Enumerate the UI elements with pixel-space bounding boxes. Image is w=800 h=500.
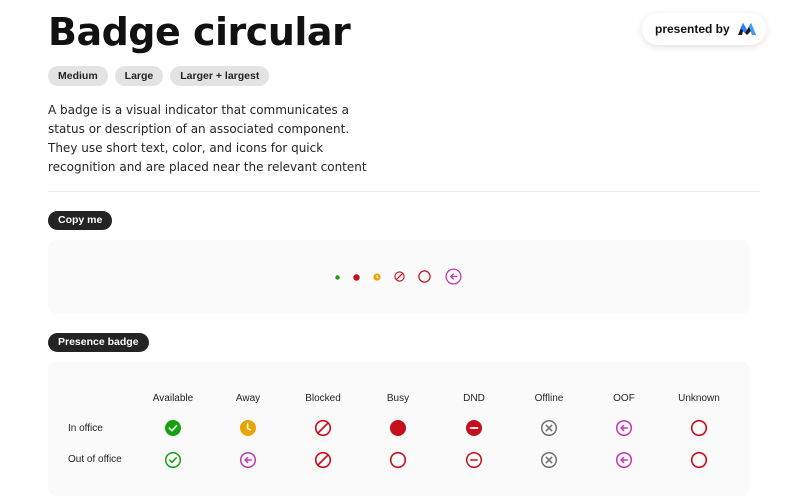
col-busy: Busy (386, 393, 410, 404)
presence-badge-label[interactable]: Presence badge (48, 333, 149, 352)
dnd-outline-icon[interactable] (465, 451, 483, 469)
unknown-ring-icon[interactable] (690, 419, 708, 437)
col-oof: OOF (613, 393, 635, 404)
oof-icon[interactable] (445, 268, 462, 285)
copy-me-label[interactable]: Copy me (48, 211, 113, 230)
col-away: Away (235, 393, 261, 404)
col-blocked: Blocked (305, 393, 341, 404)
oof-arrow-icon[interactable] (615, 451, 633, 469)
away-dot-icon[interactable] (373, 273, 381, 281)
offline-icon[interactable] (418, 270, 431, 283)
tag-larger-largest[interactable]: Larger + largest (170, 66, 270, 86)
available-dot-icon[interactable] (335, 275, 340, 280)
brand-logo-icon (737, 22, 757, 36)
blocked-icon[interactable] (314, 419, 332, 437)
description-text: A badge is a visual indicator that commu… (48, 103, 367, 174)
oof-arrow-icon[interactable] (615, 419, 633, 437)
away-clock-filled-icon[interactable] (239, 419, 257, 437)
presented-by-badge[interactable]: presented by (642, 13, 766, 45)
size-tags: Medium Large Larger + largest (48, 66, 270, 86)
tag-large[interactable]: Large (114, 66, 164, 86)
col-unknown: Unknown (678, 393, 720, 404)
oof-arrow-icon[interactable] (239, 451, 257, 469)
page-title: Badge circular (48, 10, 351, 54)
blocked-icon[interactable] (314, 451, 332, 469)
col-offline: Offline (534, 393, 564, 404)
divider (48, 191, 760, 192)
available-check-outline-icon[interactable] (164, 451, 182, 469)
unknown-ring-icon[interactable] (389, 451, 407, 469)
blocked-icon[interactable] (394, 271, 405, 282)
row-in-office: In office (68, 423, 103, 434)
offline-x-icon[interactable] (540, 419, 558, 437)
busy-filled-icon[interactable] (389, 419, 407, 437)
offline-x-icon[interactable] (540, 451, 558, 469)
presented-by-label: presented by (655, 22, 730, 36)
available-check-filled-icon[interactable] (164, 419, 182, 437)
row-out-of-office: Out of office (68, 454, 122, 465)
col-available: Available (152, 393, 194, 404)
busy-dot-icon[interactable] (353, 274, 360, 281)
dnd-filled-icon[interactable] (465, 419, 483, 437)
col-dnd: DND (463, 393, 485, 404)
unknown-ring-icon[interactable] (690, 451, 708, 469)
tag-medium[interactable]: Medium (48, 66, 108, 86)
